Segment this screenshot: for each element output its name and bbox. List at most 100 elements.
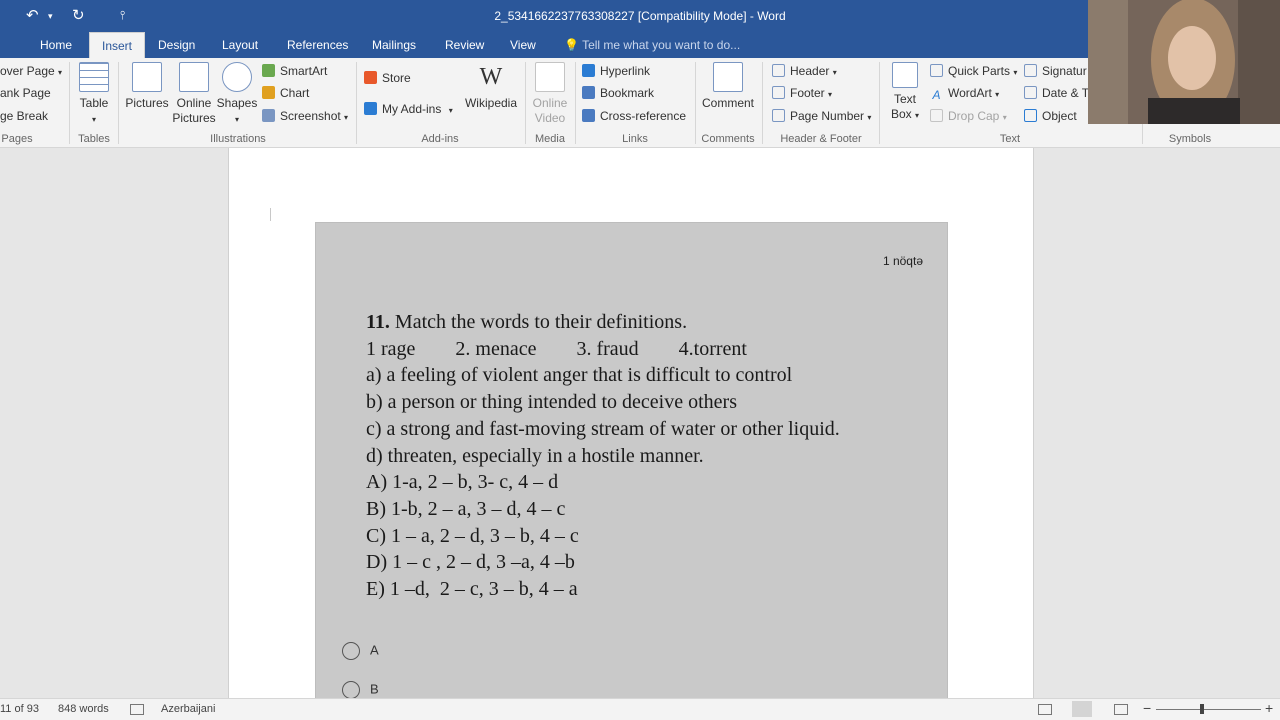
drop-cap-button[interactable]: Drop Cap ▾ [930,107,1007,125]
blank-page-button[interactable]: ank Page [0,84,51,102]
online-video-button[interactable]: Online Video [530,62,570,126]
answer-d: D) 1 – c , 2 – d, 3 –a, 4 –b [366,551,575,574]
wordart-icon: A [932,88,941,102]
smartart-label: SmartArt [280,64,328,78]
comment-icon [713,62,743,92]
group-separator [879,62,880,144]
group-label-links: Links [622,133,648,145]
online-video-label: Online [532,96,568,110]
option-b-label: B [370,681,379,697]
language-indicator[interactable]: Azerbaijani [161,703,215,715]
tab-home[interactable]: Home [28,32,84,58]
bookmark-icon [582,86,595,99]
online-pictures-label-2: Pictures [172,111,216,125]
answer-b: B) 1-b, 2 – a, 3 – d, 4 – c [366,497,566,520]
screenshot-icon [262,109,275,122]
smartart-icon [262,64,275,77]
smartart-button[interactable]: SmartArt [262,62,327,80]
shapes-icon [222,62,252,92]
tab-view[interactable]: View [498,32,548,58]
page-break-button[interactable]: ge Break [0,107,48,125]
read-mode-icon[interactable] [1038,704,1052,715]
tab-references[interactable]: References [275,32,360,58]
online-video-label-2: Video [534,111,566,125]
quick-parts-button[interactable]: Quick Parts ▾ [930,62,1017,80]
chart-button[interactable]: Chart [262,84,309,102]
object-button[interactable]: Object [1024,107,1077,125]
page-count[interactable]: 11 of 93 [0,703,39,715]
group-label-comments: Comments [701,133,755,145]
footer-icon [772,86,785,99]
zoom-out-icon[interactable]: − [1143,700,1151,716]
bookmark-button[interactable]: Bookmark [582,84,654,102]
cross-reference-icon [582,109,595,122]
wikipedia-button[interactable]: W Wikipedia [464,62,518,111]
hyperlink-button[interactable]: Hyperlink [582,62,650,80]
store-button[interactable]: Store [364,69,411,87]
hyperlink-label: Hyperlink [600,64,651,78]
quick-parts-label: Quick Parts [948,64,1011,78]
question-image: 1 nöqtə 11. Match the words to their def… [315,222,948,700]
page-number-label: Page Number [790,109,865,123]
wordart-button[interactable]: A WordArt ▾ [930,84,999,102]
table-icon [79,62,109,92]
web-layout-icon[interactable] [1114,704,1128,715]
radio-button[interactable] [342,681,360,699]
header-button[interactable]: Header ▾ [772,62,837,80]
definition-d: d) threaten, especially in a hostile man… [366,444,704,467]
zoom-in-icon[interactable]: + [1265,700,1273,716]
text-box-icon [892,62,918,88]
group-separator [118,62,119,144]
option-a-label: A [370,642,379,658]
webcam-person-image [1088,0,1280,124]
pictures-button[interactable]: Pictures [124,62,170,111]
proofing-icon[interactable] [130,704,144,715]
text-box-label: Text [893,92,916,106]
tab-design[interactable]: Design [146,32,207,58]
tab-layout[interactable]: Layout [210,32,270,58]
screenshot-button[interactable]: Screenshot ▾ [262,107,348,125]
group-label-symbols: Symbols [1168,133,1212,145]
tab-insert[interactable]: Insert [89,32,146,58]
group-separator [575,62,576,144]
page-number-icon [772,109,785,122]
cross-reference-button[interactable]: Cross-reference [582,107,686,125]
pictures-icon [132,62,162,92]
online-pictures-label: Online [176,96,212,110]
tab-review[interactable]: Review [433,32,496,58]
word-list: 1 rage 2. menace 3. fraud 4.torrent [366,337,747,360]
group-label-text: Text [999,133,1021,145]
my-addins-icon [364,102,377,115]
radio-button[interactable] [342,642,360,660]
option-b[interactable]: B [342,681,379,699]
my-addins-button[interactable]: My Add-ins ▾ [364,100,453,118]
wordart-label: WordArt [948,86,992,100]
comment-button[interactable]: Comment [700,62,756,111]
page-number-button[interactable]: Page Number ▾ [772,107,871,125]
online-pictures-button[interactable]: Online Pictures [172,62,216,126]
group-separator [695,62,696,144]
print-layout-icon[interactable] [1072,701,1092,717]
online-pictures-icon [179,62,209,92]
hyperlink-icon [582,64,595,77]
date-time-button[interactable]: Date & T [1024,84,1089,102]
wikipedia-label: Wikipedia [464,96,518,110]
cross-reference-label: Cross-reference [600,109,687,123]
zoom-slider[interactable] [1156,709,1261,710]
footer-button[interactable]: Footer ▾ [772,84,832,102]
chart-icon [262,86,275,99]
signature-line-button[interactable]: Signatur [1024,62,1087,80]
cover-page-button[interactable]: over Page ▾ [0,62,62,80]
text-box-label-2: Box [890,107,912,121]
group-separator [69,62,70,144]
tab-mailings[interactable]: Mailings [360,32,428,58]
shapes-button[interactable]: Shapes ▾ [216,62,258,127]
word-count[interactable]: 848 words [58,703,109,715]
option-a[interactable]: A [342,642,379,660]
text-box-button[interactable]: Text Box ▾ [886,62,924,123]
object-label: Object [1042,109,1077,123]
table-button[interactable]: Table ▾ [76,62,112,127]
bookmark-label: Bookmark [600,86,655,100]
tell-me-box[interactable]: 💡 Tell me what you want to do... [564,38,740,52]
zoom-slider-thumb[interactable] [1200,704,1204,714]
